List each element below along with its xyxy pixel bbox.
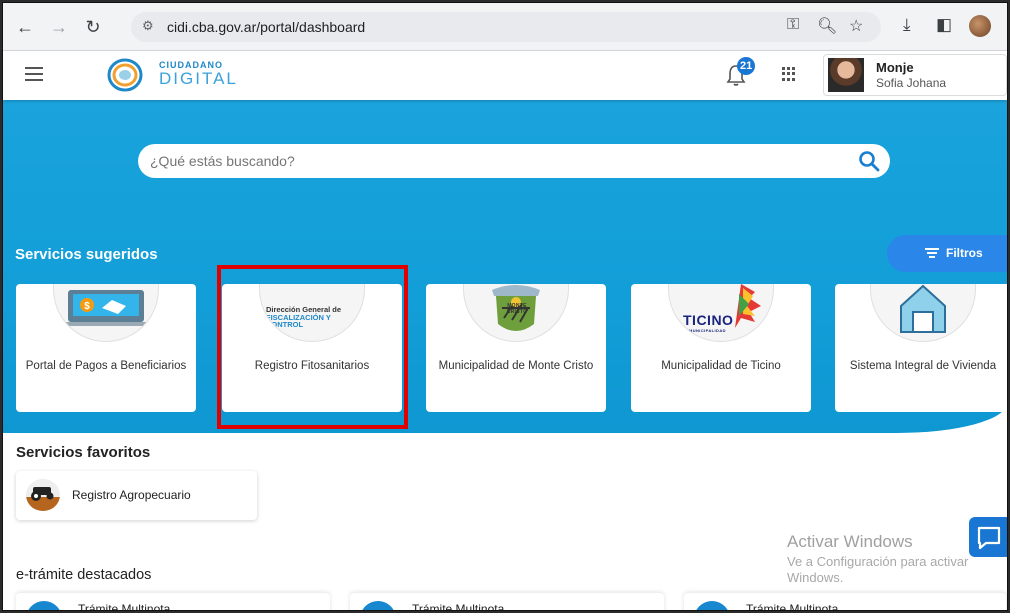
card-icon-circle <box>870 284 976 342</box>
search-input[interactable] <box>150 144 840 178</box>
filters-button[interactable]: Filtros <box>887 235 1007 272</box>
tramite-icon <box>694 601 730 610</box>
card-label: Municipalidad de Monte Cristo <box>438 360 594 372</box>
monte-cristo-logo-text: MONTE CRISTO <box>506 303 528 315</box>
ticino-logo-text: TICINO <box>683 312 734 328</box>
favorite-item-registro-agropecuario[interactable]: Registro Agropecuario <box>16 471 257 520</box>
tramite-label: Trámite Multinota <box>78 602 171 611</box>
house-icon <box>900 284 946 333</box>
menu-icon[interactable] <box>25 67 43 81</box>
tramite-icon <box>26 601 62 610</box>
url-text[interactable]: cidi.cba.gov.ar/portal/dashboard <box>167 19 365 35</box>
service-card-pagos[interactable]: $ Portal de Pagos a Beneficiarios <box>16 284 196 412</box>
logo-text-line3: CONTROL <box>266 320 304 329</box>
card-icon-circle: MONTE CRISTO <box>463 284 569 342</box>
payment-handshake-icon: $ <box>64 290 148 326</box>
site-settings-icon[interactable]: ⚙ <box>142 18 154 34</box>
windows-watermark-line3: Windows. <box>787 570 844 585</box>
tramite-card[interactable]: Trámite Multinota <box>684 593 1006 611</box>
card-label: Sistema Integral de Vivienda <box>849 360 997 372</box>
logo-line2: DIGITAL <box>159 69 238 88</box>
apps-grid-icon[interactable] <box>782 67 796 81</box>
tramite-card[interactable]: Trámite Multinota <box>350 593 664 611</box>
notification-badge: 21 <box>737 57 756 75</box>
user-menu[interactable]: Monje Sofia Johana <box>823 54 1007 96</box>
favorites-title: Servicios favoritos <box>16 444 151 461</box>
filters-label: Filtros <box>946 246 983 260</box>
sidepanel-icon[interactable]: ◧ <box>936 15 952 35</box>
download-icon[interactable]: ⤓ <box>903 15 911 35</box>
svg-text:$: $ <box>84 301 90 312</box>
zoom-icon[interactable]: 🔍︎ <box>817 16 837 36</box>
etramites-title: e-trámite destacados <box>16 567 152 583</box>
card-label: Portal de Pagos a Beneficiarios <box>25 360 187 372</box>
user-name: Monje <box>876 60 914 75</box>
card-icon-circle: $ <box>53 284 159 342</box>
windows-watermark-line2: Ve a Configuración para activar <box>787 554 969 569</box>
card-label: Registro Fitosanitarios <box>254 360 370 372</box>
app-logo-text[interactable]: CIUDADANO DIGITAL <box>159 61 238 88</box>
notifications-button[interactable]: 21 <box>725 57 756 89</box>
service-card-vivienda[interactable]: Sistema Integral de Vivienda <box>835 284 1007 412</box>
key-icon[interactable]: ⚿ <box>787 16 799 34</box>
filter-icon <box>925 248 939 258</box>
tramite-label: Trámite Multinota <box>746 602 839 611</box>
browser-window: ← → ↻ ⚙ cidi.cba.gov.ar/portal/dashboard… <box>2 2 1008 611</box>
service-card-ticino[interactable]: TICINO MUNICIPALIDAD Municipalidad de Ti… <box>631 284 811 412</box>
windows-watermark-title: Activar Windows <box>787 532 913 551</box>
card-icon-circle: Dirección General de FISCALIZACIÓN Y CON… <box>259 284 365 342</box>
back-icon[interactable]: ← <box>13 15 37 39</box>
service-card-monte-cristo[interactable]: MONTE CRISTO Municipalidad de Monte Cris… <box>426 284 606 412</box>
search-icon[interactable] <box>858 150 880 172</box>
app-header: CIUDADANO DIGITAL 21 Monje Sofia Johana <box>3 51 1007 100</box>
tractor-icon <box>26 479 60 511</box>
fiscalizacion-logo: Dirección General de FISCALIZACIÓN Y CON… <box>266 306 362 329</box>
profile-icon[interactable] <box>969 15 991 37</box>
user-subname: Sofia Johana <box>876 76 947 90</box>
tramite-label: Trámite Multinota <box>412 602 505 611</box>
favorite-label: Registro Agropecuario <box>72 488 191 502</box>
card-icon-circle: TICINO MUNICIPALIDAD <box>668 284 774 342</box>
reload-icon[interactable]: ↻ <box>81 15 105 39</box>
card-label: Municipalidad de Ticino <box>661 360 781 372</box>
forward-icon[interactable]: → <box>47 15 71 39</box>
chat-icon <box>977 526 1001 550</box>
address-bar[interactable]: ⚙ cidi.cba.gov.ar/portal/dashboard ⚿ 🔍︎ … <box>131 12 881 42</box>
browser-toolbar: ← → ↻ ⚙ cidi.cba.gov.ar/portal/dashboard… <box>3 3 1007 51</box>
service-card-fitosanitarios[interactable]: Dirección General de FISCALIZACIÓN Y CON… <box>222 284 402 412</box>
tramite-card[interactable]: Trámite Multinota <box>16 593 330 611</box>
tramite-icon <box>360 601 396 610</box>
avatar <box>828 58 864 92</box>
suggested-services-title: Servicios sugeridos <box>15 246 158 263</box>
star-icon[interactable]: ☆ <box>849 16 863 36</box>
chat-button[interactable] <box>969 517 1007 557</box>
ticino-logo-sub: MUNICIPALIDAD <box>689 328 726 333</box>
ciudadano-digital-logo-icon[interactable] <box>107 58 143 92</box>
search-bar <box>138 144 890 178</box>
